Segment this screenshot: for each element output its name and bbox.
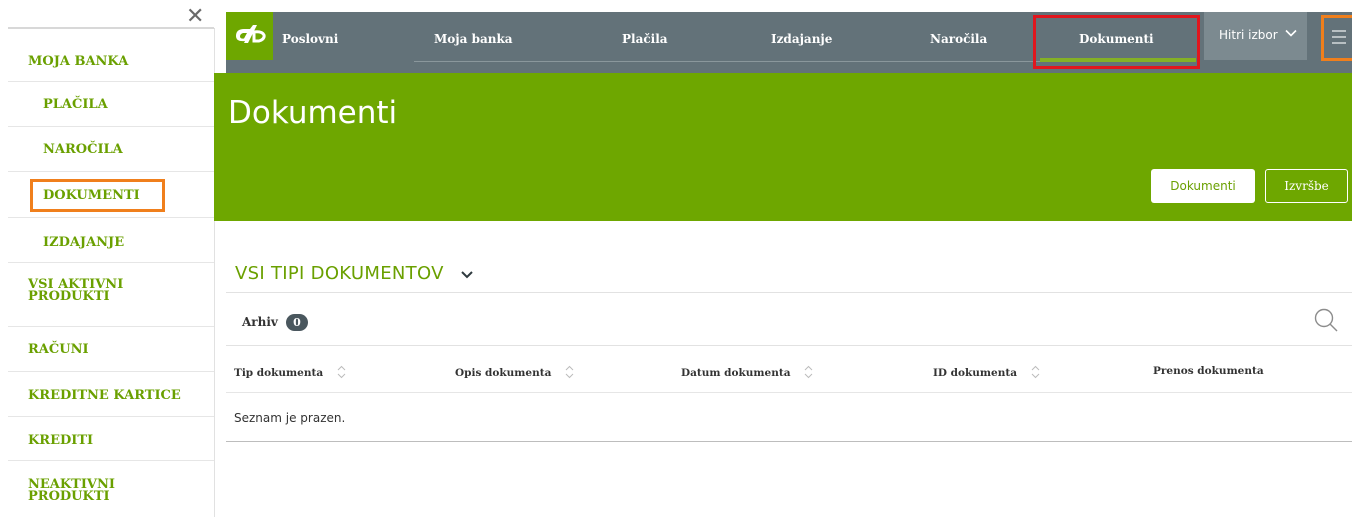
- search-icon[interactable]: [1313, 307, 1339, 333]
- brand-label[interactable]: Poslovni: [282, 32, 338, 46]
- nav-izdajanje[interactable]: Izdajanje: [771, 32, 832, 46]
- sidebar-item-label: NAROČILA: [43, 142, 123, 157]
- nav-placila[interactable]: Plačila: [622, 32, 668, 46]
- archive-count-badge: 0: [285, 314, 308, 331]
- page-banner: Dokumenti Dokumenti Izvršbe: [214, 73, 1352, 221]
- sidebar-item-label: RAČUNI: [28, 342, 89, 357]
- page-title: Dokumenti: [228, 95, 398, 131]
- documents-panel: Arhiv 0 Tip dokumenta Opis dokumenta Datu…: [226, 292, 1352, 442]
- sidebar-item-racuni[interactable]: RAČUNI: [8, 327, 214, 372]
- sidebar-item-label: KREDITNE KARTICE: [28, 388, 181, 403]
- chevron-down-icon: [1285, 29, 1297, 37]
- sidebar-item-kreditne-kartice[interactable]: KREDITNE KARTICE: [8, 372, 214, 417]
- column-header-prenos-dokumenta: Prenos dokumenta: [1153, 365, 1264, 377]
- sort-icon: [804, 365, 813, 379]
- executions-button[interactable]: Izvršbe: [1265, 169, 1348, 203]
- archive-toggle[interactable]: Arhiv 0: [242, 314, 308, 331]
- quick-select-dropdown[interactable]: Hitri izbor: [1204, 12, 1307, 60]
- sidebar-item-label: PLAČILA: [43, 97, 108, 112]
- sort-icon: [337, 365, 346, 379]
- sort-icon: [1031, 365, 1040, 379]
- table-header-divider: [226, 392, 1352, 393]
- sidebar-item-izdajanje[interactable]: IZDAJANJE: [8, 218, 214, 263]
- panel-divider: [226, 345, 1352, 346]
- highlight-sidebar-dokumenti: [30, 179, 165, 212]
- sidebar-item-label: KREDITI: [28, 433, 94, 448]
- nav-narocila[interactable]: Naročila: [930, 32, 987, 46]
- close-icon[interactable]: ✕: [186, 6, 204, 28]
- column-label: Opis dokumenta: [455, 367, 552, 379]
- document-type-filter[interactable]: VSI TIPI DOKUMENTOV: [235, 263, 474, 284]
- sidebar-item-label: MOJA BANKA: [28, 54, 129, 69]
- nav-moja-banka[interactable]: Moja banka: [434, 32, 513, 46]
- sidebar-item-neaktivni-produkti[interactable]: NEAKTIVNI PRODUKTI: [8, 461, 214, 517]
- sidebar-item-label: NEAKTIVNI PRODUKTI: [28, 477, 115, 504]
- menu-button[interactable]: [1321, 15, 1352, 61]
- chevron-down-icon: [461, 271, 473, 279]
- column-header-datum-dokumenta[interactable]: Datum dokumenta: [681, 365, 813, 379]
- sidebar: MOJA BANKA PLAČILA NAROČILA DOKUMENTI IZ…: [8, 28, 215, 517]
- sidebar-item-krediti[interactable]: KREDITI: [8, 417, 214, 461]
- column-label: Tip dokumenta: [234, 367, 324, 379]
- column-label: ID dokumenta: [933, 367, 1018, 379]
- archive-label: Arhiv: [242, 315, 278, 329]
- quick-select-label: Hitri izbor: [1219, 28, 1278, 42]
- column-label: Prenos dokumenta: [1153, 365, 1264, 377]
- document-type-label: VSI TIPI DOKUMENTOV: [235, 263, 444, 284]
- sidebar-item-vsi-aktivni-produkti[interactable]: VSI AKTIVNI PRODUKTI: [8, 263, 214, 327]
- sidebar-item-narocila[interactable]: NAROČILA: [8, 127, 214, 172]
- logo-mark-icon: [236, 25, 266, 43]
- documents-button[interactable]: Dokumenti: [1151, 169, 1255, 203]
- bank-logo[interactable]: [226, 12, 273, 60]
- hamburger-icon: [1332, 30, 1346, 48]
- column-header-opis-dokumenta[interactable]: Opis dokumenta: [455, 365, 574, 379]
- sidebar-item-placila[interactable]: PLAČILA: [8, 82, 214, 127]
- column-label: Datum dokumenta: [681, 367, 791, 379]
- top-navbar: Poslovni Moja banka Plačila Izdajanje Na…: [226, 12, 1352, 73]
- column-header-tip-dokumenta[interactable]: Tip dokumenta: [234, 365, 346, 379]
- sidebar-item-moja-banka[interactable]: MOJA BANKA: [8, 29, 214, 82]
- sidebar-item-label: VSI AKTIVNI PRODUKTI: [28, 277, 124, 304]
- sidebar-item-label: IZDAJANJE: [43, 235, 125, 250]
- sort-icon: [565, 365, 574, 379]
- column-header-id-dokumenta[interactable]: ID dokumenta: [933, 365, 1040, 379]
- highlight-nav-dokumenti: [1033, 15, 1200, 69]
- empty-list-message: Seznam je prazen.: [234, 411, 346, 425]
